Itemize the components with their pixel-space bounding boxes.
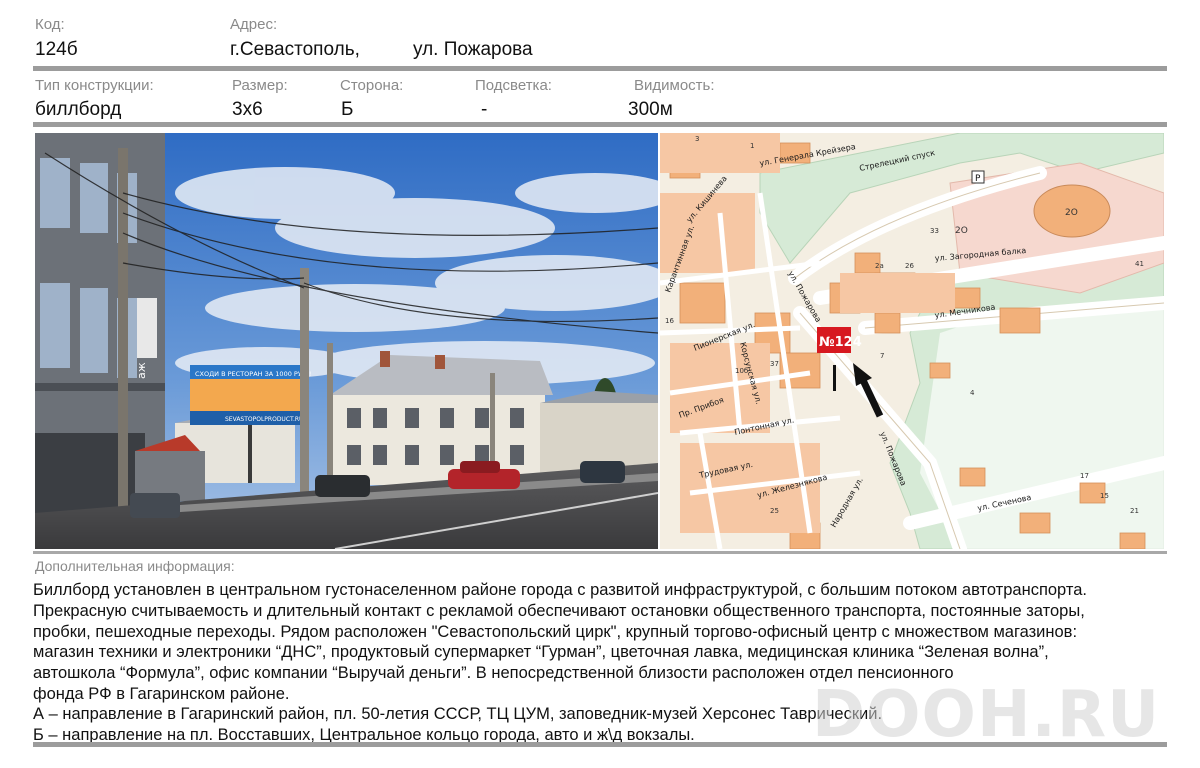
map-number: 41 (1135, 260, 1144, 268)
map-number: 15 (1100, 492, 1109, 500)
photo-divider (33, 551, 1167, 554)
map-number: 26 (905, 262, 914, 270)
specs-divider (33, 122, 1167, 127)
address-city: г.Севастополь, (230, 39, 360, 60)
type-label: Тип конструкции: (35, 77, 154, 94)
map-number: 1 (750, 142, 754, 150)
visibility-label: Видимость: (634, 77, 715, 94)
info-line-1: Биллборд установлен в центральном густон… (33, 581, 1088, 599)
info-line-6: фонда РФ в Гагаринском районе. (33, 685, 290, 703)
location-map: ул. Генерала Крейзера Стрелецкий спуск у… (660, 133, 1164, 549)
size-value: 3х6 (232, 99, 263, 120)
header-divider (33, 66, 1167, 71)
type-value: биллборд (35, 99, 122, 120)
map-number: 25 (770, 507, 779, 515)
side-value: Б (341, 99, 354, 120)
map-number: 3 (695, 135, 699, 143)
map-number: 2O (1065, 208, 1078, 218)
visibility-value: 300м (628, 99, 673, 120)
billboard-marker-label: №124 (819, 335, 862, 350)
address-street: ул. Пожарова (413, 39, 533, 60)
watermark-logo: DOOH.RU (812, 678, 1161, 752)
info-line-3: пробки, пешеходные переходы. Рядом распо… (33, 623, 1078, 641)
billboard-url: SEVASTOPOLPRODUCT.RU (225, 416, 303, 423)
info-label: Дополнительная информация: (35, 558, 235, 574)
map-number: 7 (880, 352, 884, 360)
parking-icon: P (975, 174, 981, 184)
map-number: 10б (735, 367, 748, 375)
map-number: 2а (875, 262, 884, 270)
footer-divider (33, 742, 1167, 747)
light-label: Подсветка: (475, 77, 552, 94)
light-value: - (481, 99, 488, 120)
billboard-headline: СХОДИ В РЕСТОРАН ЗА 1000 РУБ!! (195, 370, 311, 378)
map-number: 16 (665, 317, 674, 325)
map-number: 37 (770, 360, 779, 368)
location-photo: аж СХОДИ В РЕСТОРАН ЗА 1000 РУБ!! SEVAST… (35, 133, 658, 549)
side-label: Сторона: (340, 77, 404, 94)
address-label: Адрес: (230, 16, 278, 33)
code-label: Код: (35, 16, 65, 33)
marker-post (833, 365, 836, 391)
code-value: 124б (35, 39, 78, 60)
info-line-4: магазин техники и электроники “ДНС”, про… (33, 643, 1049, 661)
info-line-7: А – направление в Гагаринский район, пл.… (33, 705, 883, 723)
map-number: 4 (970, 389, 975, 397)
map-number: 21 (1130, 507, 1139, 515)
map-number: 17 (1080, 472, 1089, 480)
map-number: 2O (955, 226, 968, 236)
size-label: Размер: (232, 77, 288, 94)
info-line-2: Прекрасную считываемость и длительный ко… (33, 602, 1085, 620)
map-number: 33 (930, 227, 939, 235)
shop-sign: аж (135, 362, 148, 379)
